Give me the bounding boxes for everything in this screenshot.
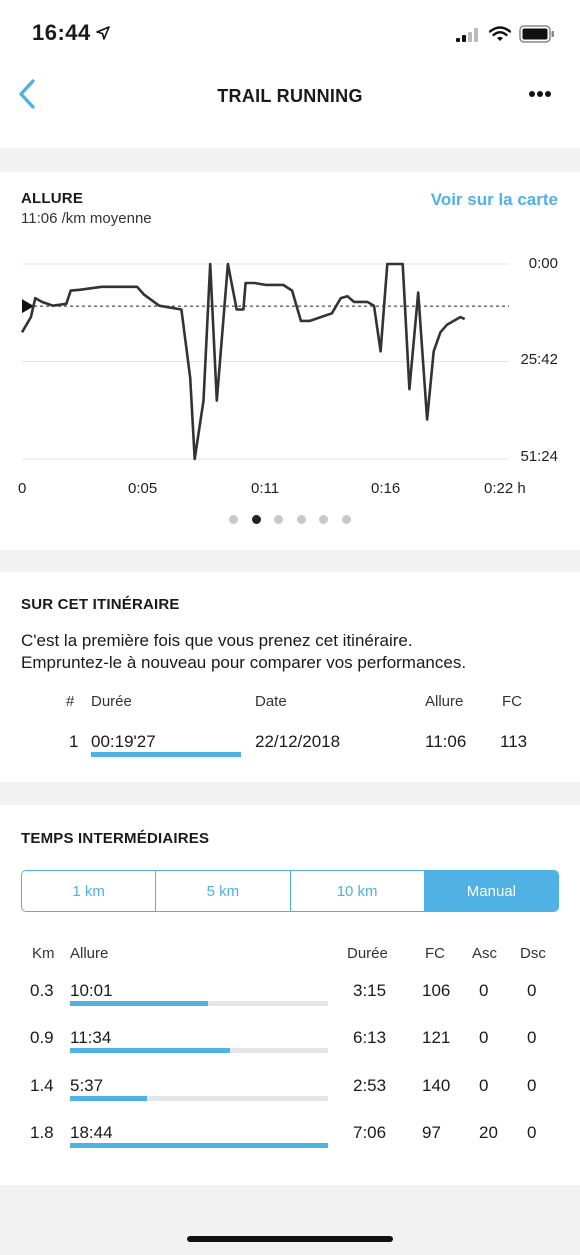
pace-bar (70, 1048, 328, 1053)
row-duration: 00:19'27 (91, 732, 156, 751)
split-km: 0.3 (30, 981, 54, 1000)
wifi-icon (489, 26, 511, 41)
col-header-dsc: Dsc (520, 945, 546, 962)
split-pace: 5:37 (70, 1076, 104, 1095)
row-hr: 113 (500, 732, 528, 751)
page-dot[interactable] (341, 515, 351, 524)
split-km: 0.9 (30, 1028, 54, 1047)
split-dsc: 0 (527, 1028, 537, 1047)
page-dot[interactable] (319, 515, 328, 524)
pace-bar-fill (70, 1048, 230, 1053)
splits-card: TEMPS INTERMÉDIAIRES 1 km 5 km 10 km Man… (0, 805, 580, 1185)
split-duration: 7:06 (353, 1123, 387, 1142)
x-tick-label: 0:05 (128, 480, 158, 497)
split-pace: 10:01 (70, 981, 113, 1000)
x-tick-label: 0:22 h (484, 480, 526, 497)
split-asc: 0 (479, 1076, 489, 1095)
y-tick-label: 51:24 (520, 448, 558, 465)
pace-bar-fill (70, 1143, 328, 1148)
splits-title: TEMPS INTERMÉDIAIRES (21, 830, 210, 847)
status-bar: 16:44 (0, 0, 580, 70)
y-tick-label: 25:42 (520, 351, 558, 368)
split-dsc: 0 (527, 1123, 537, 1142)
battery-icon (519, 25, 554, 43)
pace-line-chart[interactable] (0, 252, 580, 477)
home-indicator[interactable] (187, 1236, 393, 1242)
duration-bar (91, 752, 241, 757)
tab-1km[interactable]: 1 km (22, 871, 157, 911)
average-pace: 11:06 /km moyenne (21, 210, 152, 227)
split-asc: 20 (479, 1123, 498, 1142)
tab-manual[interactable]: Manual (424, 871, 558, 911)
route-message: C'est la première fois que vous prenez c… (21, 630, 466, 674)
x-tick-label: 0:11 (251, 480, 280, 497)
col-header-hr: FC (502, 693, 522, 710)
x-tick-label: 0 (18, 480, 27, 497)
pace-bar (70, 1001, 328, 1006)
pace-bar (70, 1143, 328, 1148)
pace-chart-card: ALLURE 11:06 /km moyenne Voir sur la car… (0, 172, 580, 550)
split-duration: 2:53 (353, 1076, 387, 1095)
split-asc: 0 (479, 981, 489, 1000)
row-pace: 11:06 (425, 732, 467, 751)
split-hr: 140 (422, 1076, 451, 1095)
route-card: SUR CET ITINÉRAIRE C'est la première foi… (0, 572, 580, 782)
row-num: 1 (69, 732, 79, 751)
split-dsc: 0 (527, 1076, 537, 1095)
split-duration: 6:13 (353, 1028, 387, 1047)
pace-bar-fill (70, 1096, 148, 1101)
status-time: 16:44 (32, 20, 91, 45)
split-hr: 106 (422, 981, 451, 1000)
route-message-line: Empruntez-le à nouveau pour comparer vos… (21, 653, 467, 672)
col-header-duration: Durée (91, 693, 132, 710)
y-tick-label: 0:00 (528, 255, 558, 272)
split-dsc: 0 (527, 981, 537, 1000)
col-header-num: # (66, 693, 75, 710)
split-pace: 11:34 (70, 1028, 112, 1047)
col-header-pace: Allure (425, 693, 464, 710)
pace-bar (70, 1096, 328, 1101)
col-header-pace: Allure (70, 945, 109, 962)
route-title: SUR CET ITINÉRAIRE (21, 596, 180, 613)
page-title: TRAIL RUNNING (217, 86, 363, 106)
split-duration: 3:15 (353, 981, 387, 1000)
tab-5km[interactable]: 5 km (156, 871, 291, 911)
location-arrow-icon (96, 26, 110, 40)
col-header-asc: Asc (472, 945, 498, 962)
col-header-km: Km (32, 945, 55, 962)
split-interval-tabs: 1 km 5 km 10 km Manual (21, 870, 559, 912)
split-asc: 0 (479, 1028, 489, 1047)
col-header-hr: FC (425, 945, 445, 962)
split-hr: 121 (422, 1028, 451, 1047)
col-header-duration: Durée (347, 945, 388, 962)
cellular-signal-icon (456, 28, 478, 42)
chart-title: ALLURE (21, 190, 84, 207)
col-header-date: Date (255, 693, 287, 710)
page-dot[interactable] (274, 515, 283, 524)
row-date: 22/12/2018 (255, 732, 341, 751)
split-km: 1.8 (30, 1123, 54, 1142)
page-dot[interactable] (229, 515, 238, 524)
nav-bar: TRAIL RUNNING (0, 70, 580, 148)
split-hr: 97 (422, 1123, 441, 1142)
x-tick-label: 0:16 (371, 480, 401, 497)
page-dot[interactable] (251, 515, 261, 524)
duration-bar-fill (91, 752, 241, 757)
pace-bar-fill (70, 1001, 209, 1006)
route-message-line: C'est la première fois que vous prenez c… (21, 631, 413, 650)
split-pace: 18:44 (70, 1123, 113, 1142)
view-on-map-link[interactable]: Voir sur la carte (431, 190, 558, 210)
split-km: 1.4 (30, 1076, 54, 1095)
page-indicator[interactable] (0, 515, 580, 527)
page-dot[interactable] (296, 515, 306, 524)
more-options-icon[interactable] (524, 82, 556, 106)
tab-10km[interactable]: 10 km (291, 871, 425, 911)
